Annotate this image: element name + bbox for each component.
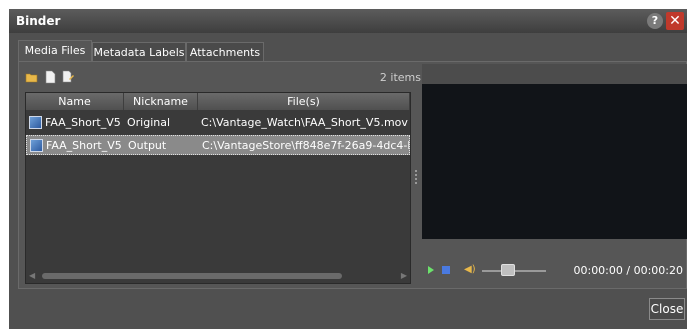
tab-attachments[interactable]: Attachments	[186, 42, 264, 62]
table-row-selected[interactable]: FAA_Short_V5 Output C:\VantageStore\ff84…	[26, 135, 410, 155]
row-nickname: Output	[128, 139, 167, 152]
column-header-name[interactable]: Name	[26, 93, 124, 110]
list-header: Name Nickname File(s)	[26, 93, 410, 110]
row-name: FAA_Short_V5	[45, 116, 121, 129]
column-header-nickname[interactable]: Nickname	[124, 93, 198, 110]
playback-controls: ◀) 00:00:00 / 00:00:20	[422, 260, 687, 280]
tab-media-files-label: Media Files	[24, 44, 86, 57]
video-preview	[422, 84, 687, 239]
video-file-icon	[29, 116, 42, 129]
column-header-files[interactable]: File(s)	[198, 93, 410, 110]
row-file: C:\Vantage_Watch\FAA_Short_V5.mov	[201, 116, 408, 129]
window-title: Binder	[16, 14, 61, 28]
window-close-button[interactable]: ✕	[666, 12, 684, 30]
preview-header	[422, 64, 687, 84]
close-button[interactable]: Close	[649, 298, 685, 320]
tab-media-files[interactable]: Media Files	[18, 40, 92, 62]
horizontal-scrollbar[interactable]: ◀ ▶	[28, 271, 408, 281]
scrollbar-thumb[interactable]	[42, 273, 342, 279]
open-folder-icon[interactable]	[25, 69, 39, 83]
splitter-handle[interactable]	[415, 170, 418, 190]
media-files-panel: 2 items Name Nickname File(s) FAA_Short_…	[18, 61, 687, 289]
scroll-right-arrow-icon[interactable]: ▶	[401, 271, 407, 281]
items-count: 2 items	[379, 71, 421, 84]
row-nickname: Original	[127, 116, 171, 129]
volume-icon[interactable]: ◀)	[464, 265, 476, 275]
scroll-left-arrow-icon[interactable]: ◀	[29, 271, 35, 281]
play-icon[interactable]	[428, 266, 434, 274]
timecode: 00:00:00 / 00:00:20	[573, 264, 683, 277]
stop-icon[interactable]	[442, 266, 450, 274]
row-name: FAA_Short_V5	[46, 139, 122, 152]
media-file-list[interactable]: Name Nickname File(s) FAA_Short_V5 Origi…	[25, 92, 411, 284]
edit-document-icon[interactable]	[61, 69, 75, 83]
volume-slider-thumb[interactable]	[500, 264, 515, 276]
tab-metadata-labels-label: Metadata Labels	[93, 46, 185, 59]
table-row[interactable]: FAA_Short_V5 Original C:\Vantage_Watch\F…	[26, 113, 410, 133]
new-document-icon[interactable]	[43, 69, 57, 84]
tab-attachments-label: Attachments	[189, 46, 261, 59]
binder-window: Binder ? ✕ Media Files Metadata Labels A…	[9, 9, 687, 329]
row-file: C:\VantageStore\ff848e7f-26a9-4dc4-bccc-	[202, 139, 409, 152]
tab-metadata-labels[interactable]: Metadata Labels	[92, 42, 186, 62]
help-button[interactable]: ?	[647, 13, 663, 29]
video-file-icon	[30, 139, 43, 152]
title-bar: Binder ? ✕	[9, 9, 687, 33]
